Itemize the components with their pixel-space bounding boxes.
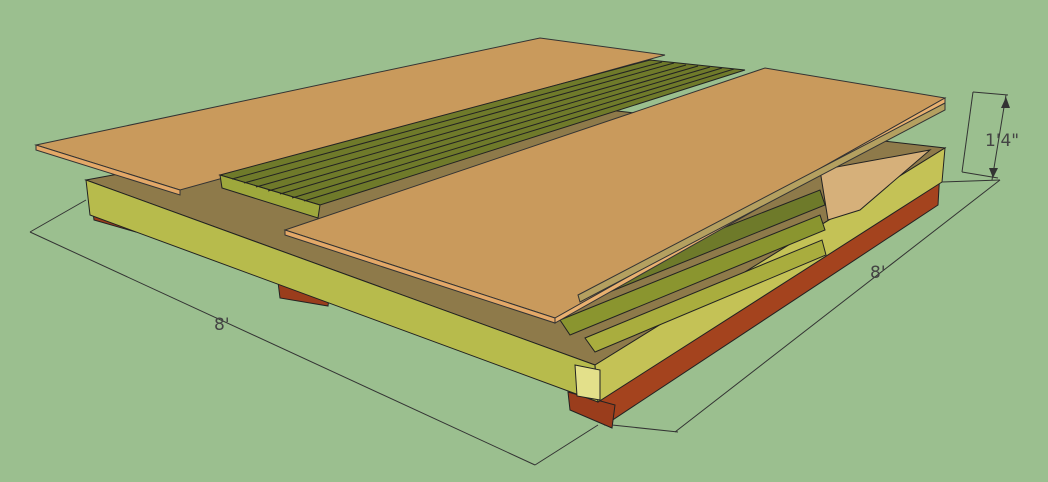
model-viewport[interactable]: 8' 8' 1'4" [0, 0, 1048, 482]
dimension-height: 1'4" [961, 91, 1019, 181]
frame-corner-end [574, 364, 601, 401]
dimension-label: 1'4" [985, 131, 1019, 151]
dimension-label: 8' [214, 315, 230, 335]
dimension-label: 8' [870, 263, 886, 283]
